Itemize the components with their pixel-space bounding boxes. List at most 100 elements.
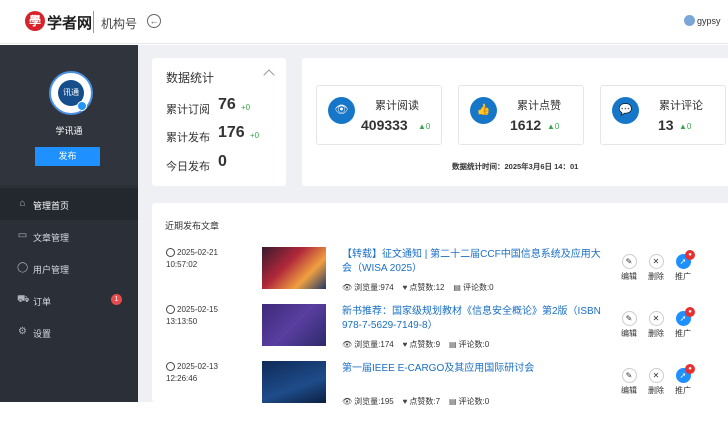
fire-icon: ●	[685, 307, 695, 317]
metric-value: 1612	[510, 117, 542, 133]
metric-reads: 👁 累计阅读 409333 ▲0	[316, 85, 442, 145]
profile-name: 学讯通	[55, 126, 83, 136]
edit-icon: ✎	[621, 254, 637, 269]
promote-label: 推广	[675, 329, 691, 338]
sidebar-item-label: 设置	[33, 329, 52, 339]
list-item: 2025-02-15 13:13:50 新书推荐：国家级规划教材《信息安全概论》…	[152, 304, 728, 360]
comments-count: 评论数:0	[462, 283, 494, 292]
metric-comments: 💬 累计评论 13 ▲0	[600, 85, 726, 145]
article-date: 2025-02-21	[177, 248, 218, 257]
sidebar-item-dashboard[interactable]: ⌂ 管理首页	[0, 188, 138, 220]
top-bar: 學 学者网 机构号 ← gypsy	[0, 0, 728, 44]
views-count: 浏览量:974	[354, 283, 394, 292]
fire-icon: ●	[685, 250, 695, 260]
article-title-link[interactable]: 新书推荐：国家级规划教材《信息安全概论》第2版（ISBN 978-7-5629-…	[342, 305, 610, 332]
article-thumbnail[interactable]	[262, 361, 326, 403]
promote-button[interactable]: ➚ ● 推广	[673, 364, 695, 396]
recent-articles-card: 近期发布文章 2025-02-21 10:57:02 【转载】征文通知 | 第二…	[152, 203, 728, 406]
edit-button[interactable]: ✎ 编辑	[619, 254, 639, 282]
metric-delta: ▲0	[418, 122, 431, 131]
stat-label: 累计订阅	[166, 104, 210, 116]
brand-name[interactable]: 学者网	[47, 12, 92, 33]
stat-label: 累计发布	[166, 132, 210, 144]
comments-count: 评论数:0	[458, 397, 490, 406]
comment-icon: 💬	[612, 97, 639, 124]
edit-icon: ✎	[621, 368, 637, 383]
user-name[interactable]: gypsy	[697, 16, 721, 26]
sidebar-item-label: 文章管理	[33, 233, 70, 243]
likes-count: 点赞数:7	[409, 397, 441, 406]
publish-button[interactable]: 发布	[35, 147, 100, 166]
eye-icon: 👁	[342, 340, 353, 349]
stat-value: 0	[218, 153, 227, 170]
verified-icon	[77, 101, 87, 111]
delete-button[interactable]: ✕ 删除	[646, 311, 666, 339]
avatar[interactable]: 讯通	[49, 71, 93, 115]
collapse-icon[interactable]	[263, 69, 275, 81]
stats-timestamp: 数据统计时间：2025年3月6日 14：01	[452, 162, 579, 171]
metric-label: 累计评论	[659, 100, 703, 112]
article-thumbnail[interactable]	[262, 247, 326, 289]
delete-button[interactable]: ✕ 删除	[646, 254, 666, 282]
article-title-link[interactable]: 【转载】征文通知 | 第二十二届CCF中国信息系统及应用大会（WISA 2025…	[342, 248, 610, 275]
home-icon: ⌂	[19, 198, 26, 209]
back-icon[interactable]: ←	[147, 14, 161, 28]
clock-icon	[166, 362, 175, 371]
stat-label: 今日发布	[166, 161, 210, 173]
metric-delta: ▲0	[547, 122, 560, 131]
article-icon: ▭	[17, 230, 28, 241]
comment-icon: ▤	[453, 283, 461, 292]
views-count: 浏览量:174	[354, 340, 394, 349]
edit-label: 编辑	[621, 386, 637, 395]
delete-button[interactable]: ✕ 删除	[646, 368, 666, 396]
article-time: 13:13:50	[166, 317, 198, 326]
metric-label: 累计阅读	[375, 100, 419, 112]
article-thumbnail[interactable]	[262, 304, 326, 346]
delete-label: 删除	[648, 329, 664, 338]
metric-delta: ▲0	[679, 122, 692, 131]
recent-articles-title: 近期发布文章	[165, 221, 220, 231]
sidebar-item-label: 管理首页	[33, 201, 70, 211]
sidebar-item-orders[interactable]: ⛟ 订单 1	[0, 284, 138, 316]
promote-button[interactable]: ➚ ● 推广	[673, 307, 695, 339]
article-time: 10:57:02	[166, 260, 198, 269]
delete-label: 删除	[648, 386, 664, 395]
divider	[93, 11, 94, 33]
article-meta: 👁 浏览量:195 ♥ 点赞数:7 ▤ 评论数:0	[342, 396, 489, 407]
stat-value: 76	[218, 96, 236, 113]
article-date: 2025-02-15	[177, 305, 218, 314]
article-date: 2025-02-13	[177, 362, 218, 371]
edit-button[interactable]: ✎ 编辑	[619, 368, 639, 396]
heart-icon: ♥	[402, 397, 408, 406]
promote-button[interactable]: ➚ ● 推广	[673, 250, 695, 282]
sidebar-item-label: 用户管理	[33, 265, 70, 275]
cart-icon: ⛟	[17, 294, 30, 305]
stats-card: 数据统计 累计订阅 76 +0 累计发布 176 +0 今日发布 0	[152, 58, 286, 186]
eye-icon: 👁	[342, 283, 353, 292]
likes-count: 点赞数:12	[409, 283, 445, 292]
close-icon: ✕	[648, 254, 664, 269]
fire-icon: ●	[685, 364, 695, 374]
delete-label: 删除	[648, 272, 664, 281]
gear-icon: ⚙	[18, 326, 27, 337]
close-icon: ✕	[648, 368, 664, 383]
likes-count: 点赞数:9	[409, 340, 441, 349]
edit-icon: ✎	[621, 311, 637, 326]
stat-delta: +0	[250, 131, 260, 140]
promote-label: 推广	[675, 386, 691, 395]
views-count: 浏览量:195	[354, 397, 394, 406]
sidebar-item-settings[interactable]: ⚙ 设置	[0, 316, 138, 348]
heart-icon: ♥	[402, 340, 408, 349]
close-icon: ✕	[648, 311, 664, 326]
user-avatar[interactable]	[684, 15, 695, 26]
sidebar-item-articles[interactable]: ▭ 文章管理	[0, 220, 138, 252]
comment-icon: ▤	[448, 340, 457, 349]
comments-count: 评论数:0	[458, 340, 490, 349]
article-time: 12:26:46	[166, 374, 198, 383]
logo-icon[interactable]: 學	[25, 11, 45, 31]
sidebar-item-users[interactable]: ◯ 用户管理	[0, 252, 138, 284]
sidebar-item-label: 订单	[33, 297, 52, 307]
article-title-link[interactable]: 第一届IEEE E-CARGO及其应用国际研讨会	[342, 362, 610, 376]
list-item: 2025-02-21 10:57:02 【转载】征文通知 | 第二十二届CCF中…	[152, 247, 728, 303]
edit-button[interactable]: ✎ 编辑	[619, 311, 639, 339]
